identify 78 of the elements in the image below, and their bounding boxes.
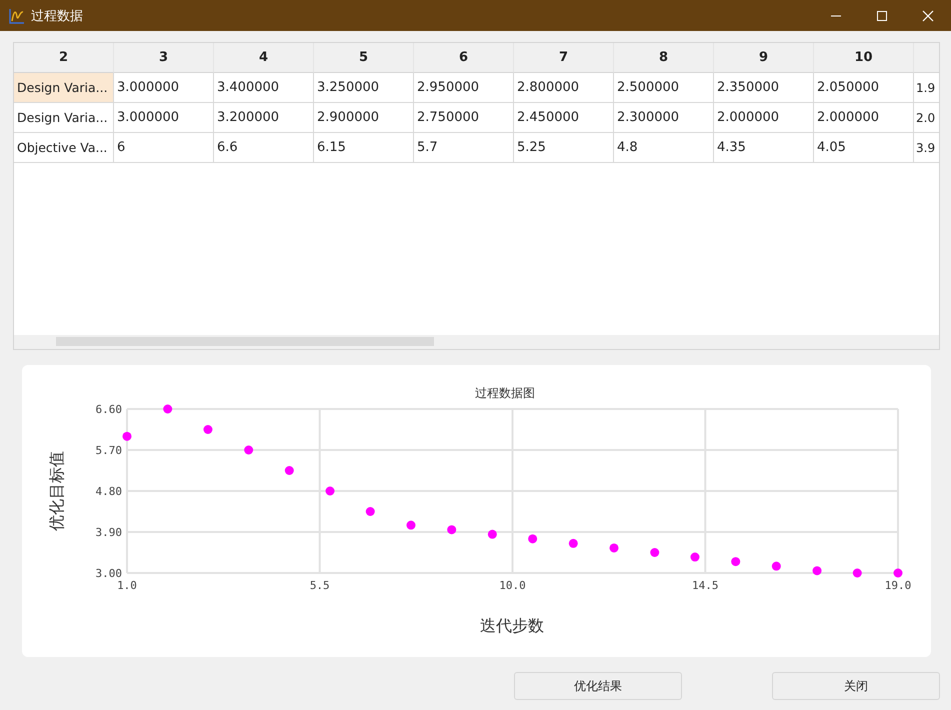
column-header[interactable]: 2	[14, 43, 114, 73]
y-tick-label: 3.90	[96, 526, 122, 539]
table-cell: 6	[114, 133, 214, 163]
data-point	[650, 548, 660, 557]
y-tick-label: 5.70	[96, 444, 122, 457]
data-point	[528, 534, 538, 544]
table-cell: 3.000000	[114, 103, 214, 133]
data-point	[447, 525, 456, 534]
column-header[interactable]: 8	[614, 43, 714, 73]
x-tick-label: 14.5	[692, 579, 718, 592]
table-cell: 2.000000	[714, 103, 814, 133]
table-cell: 5.25	[514, 133, 614, 163]
data-point	[690, 552, 700, 562]
table-cell: 6.15	[314, 133, 414, 163]
y-tick-label: 4.80	[96, 485, 122, 498]
data-point	[366, 507, 375, 516]
table-cell: 4.8	[614, 133, 714, 163]
table-cell: 4.05	[814, 133, 914, 163]
table-cell: 1.9	[914, 73, 939, 103]
column-header[interactable]: 6	[414, 43, 514, 73]
data-point	[812, 566, 822, 576]
table-cell: 2.950000	[414, 73, 514, 103]
data-point	[203, 425, 212, 434]
data-point	[731, 557, 740, 566]
data-point	[326, 486, 335, 496]
window-title: 过程数据	[31, 8, 83, 24]
data-point	[894, 568, 902, 578]
table-cell: 2.750000	[414, 103, 514, 133]
close-icon[interactable]	[922, 10, 934, 22]
table-cell: 3.9	[914, 133, 939, 163]
close-button[interactable]: 关闭	[772, 672, 940, 700]
x-tick-label: 5.5	[310, 579, 330, 592]
data-point	[406, 520, 416, 530]
column-header[interactable]: 5	[314, 43, 414, 73]
table-cell: 5.7	[414, 133, 514, 163]
y-axis-label: 优化目标值	[47, 451, 66, 531]
data-point	[852, 568, 862, 578]
table-cell: 2.300000	[614, 103, 714, 133]
table-cell: 2.350000	[714, 73, 814, 103]
results-button[interactable]: 优化结果	[514, 672, 682, 700]
x-tick-label: 19.0	[884, 579, 912, 592]
row-header-cell[interactable]: Design Varia...	[14, 73, 114, 103]
data-point	[610, 543, 619, 552]
table-cell: 4.35	[714, 133, 814, 163]
horizontal-scrollbar[interactable]	[14, 335, 939, 349]
table-cell: 2.900000	[314, 103, 414, 133]
column-header[interactable]: 9	[714, 43, 814, 73]
table-cell: 3.200000	[214, 103, 314, 133]
x-axis-label: 迭代步数	[480, 616, 544, 635]
data-point	[163, 404, 172, 414]
x-tick-label: 10.0	[499, 579, 526, 592]
maximize-icon[interactable]	[876, 10, 888, 22]
table-cell: 2.800000	[514, 73, 614, 103]
table-cell: 2.450000	[514, 103, 614, 133]
data-point	[568, 538, 578, 548]
data-point	[284, 466, 294, 475]
column-header[interactable]: 4	[214, 43, 314, 73]
y-tick-label: 6.60	[96, 403, 122, 416]
table-cell: 6.6	[214, 133, 314, 163]
column-header[interactable]: 3	[114, 43, 214, 73]
table-cell: 2.050000	[814, 73, 914, 103]
table-cell: 3.250000	[314, 73, 414, 103]
column-header[interactable]: 7	[514, 43, 614, 73]
data-point	[772, 562, 781, 571]
x-tick-label: 1.0	[117, 579, 137, 592]
data-point	[488, 530, 497, 539]
y-tick-label: 3.00	[96, 567, 122, 580]
row-header-cell[interactable]: Design Varia...	[14, 103, 114, 133]
table-cell: 3.000000	[114, 73, 214, 103]
chart-icon	[9, 8, 25, 24]
chart-title: 过程数据图	[475, 386, 535, 400]
table-cell: 2.000000	[814, 103, 914, 133]
table-cell: 3.400000	[214, 73, 314, 103]
data-point	[244, 446, 254, 454]
table-cell: 2.0	[914, 103, 939, 133]
column-header[interactable]: 10	[814, 43, 914, 73]
row-header-cell[interactable]: Objective Va...	[14, 133, 114, 163]
table-cell: 2.500000	[614, 73, 714, 103]
